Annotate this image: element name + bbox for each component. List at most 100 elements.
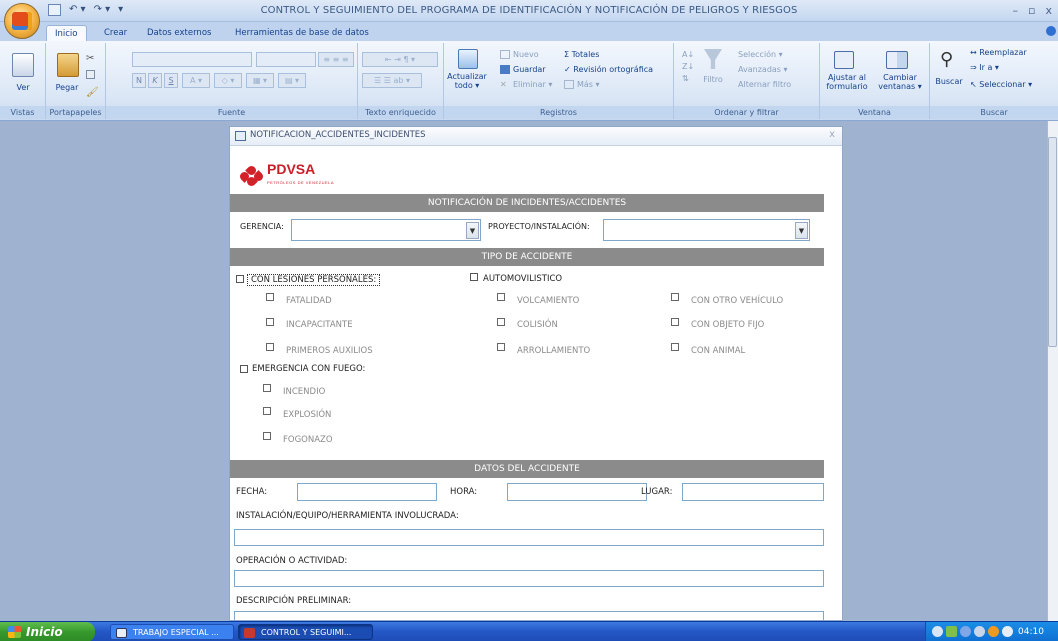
font-name-combo[interactable] — [132, 52, 252, 67]
automovilistico-checkbox[interactable] — [470, 273, 478, 281]
tab-herramientas[interactable]: Herramientas de base de datos — [227, 25, 377, 42]
paste-icon[interactable] — [57, 53, 79, 77]
ver-button[interactable]: Ver — [0, 83, 46, 92]
view-icon[interactable] — [12, 53, 34, 77]
fit-form-icon[interactable] — [834, 51, 854, 69]
incendio-label: INCENDIO — [283, 387, 326, 397]
emergencia-fuego-checkbox[interactable] — [240, 365, 248, 373]
binoculars-icon[interactable]: ⚲ — [940, 49, 953, 70]
fogonazo-checkbox[interactable] — [263, 432, 271, 440]
explosion-checkbox[interactable] — [263, 407, 271, 415]
actualizar-button[interactable]: Actualizar — [444, 72, 490, 81]
align-buttons[interactable]: ≡ ≡ ≡ — [318, 52, 354, 67]
eliminar-button[interactable]: ✕ Eliminar ▾ — [500, 80, 552, 89]
lugar-input[interactable] — [682, 483, 824, 501]
fatalidad-label: FATALIDAD — [286, 296, 332, 306]
con-animal-label: CON ANIMAL — [691, 346, 746, 356]
replace-icon: ↔ — [970, 48, 980, 57]
descripcion-input[interactable] — [234, 611, 824, 620]
ribbon-tabs: Inicio Crear Datos externos Herramientas… — [0, 22, 1058, 42]
form-close-button[interactable]: x — [829, 129, 835, 140]
operacion-input[interactable] — [234, 570, 824, 587]
nuevo-button[interactable]: Nuevo — [500, 50, 539, 59]
ajustar-formulario-button[interactable]: Ajustar al formulario — [824, 73, 870, 91]
buscar-button[interactable]: Buscar — [932, 77, 966, 86]
chevron-down-icon[interactable]: ▼ — [795, 222, 808, 239]
security-icon[interactable] — [1002, 626, 1013, 637]
refresh-icon[interactable] — [458, 49, 478, 69]
guardar-button[interactable]: Guardar — [500, 65, 546, 74]
group-label-registros: Registros — [444, 106, 673, 119]
tab-inicio[interactable]: Inicio — [46, 25, 87, 42]
instalacion-input[interactable] — [234, 529, 824, 546]
cut-icon[interactable]: ✂ — [86, 53, 94, 64]
network-icon[interactable] — [946, 626, 957, 637]
con-animal-checkbox[interactable] — [671, 343, 679, 351]
underline-button[interactable]: S — [164, 73, 178, 88]
italic-button[interactable]: K — [148, 73, 162, 88]
cambiar-ventanas-button[interactable]: Cambiar ventanas ▾ — [872, 73, 928, 91]
help-icon[interactable] — [1046, 26, 1056, 36]
proyecto-combo[interactable]: ▼ — [603, 219, 810, 241]
seleccionar-button[interactable]: ↖ Seleccionar ▾ — [970, 80, 1032, 89]
colision-checkbox[interactable] — [497, 318, 505, 326]
copy-icon[interactable] — [86, 70, 95, 79]
tab-crear[interactable]: Crear — [96, 25, 135, 42]
taskbar-item-control[interactable]: CONTROL Y SEGUIMI... — [238, 624, 373, 640]
primeros-auxilios-checkbox[interactable] — [266, 343, 274, 351]
reemplazar-button[interactable]: ↔ Reemplazar — [970, 48, 1027, 57]
ir-a-button[interactable]: ⇒ Ir a ▾ — [970, 63, 999, 72]
list-buttons[interactable]: ☰ ☰ ab ▾ — [362, 73, 422, 88]
con-otro-vehiculo-checkbox[interactable] — [671, 293, 679, 301]
font-color-button[interactable]: A ▾ — [182, 73, 210, 88]
actualizar-todo-dropdown[interactable]: todo ▾ — [444, 81, 490, 90]
chevron-down-icon[interactable]: ▼ — [466, 222, 479, 239]
gerencia-combo[interactable]: ▼ — [291, 219, 481, 241]
fecha-input[interactable] — [297, 483, 437, 501]
tab-datos-externos[interactable]: Datos externos — [139, 25, 219, 42]
update-icon[interactable] — [988, 626, 999, 637]
taskbar-item-trabajo[interactable]: TRABAJO ESPECIAL ... — [110, 624, 234, 640]
seleccion-button[interactable]: Selección ▾ — [738, 50, 783, 59]
alternate-fill-button[interactable]: ▤ ▾ — [278, 73, 306, 88]
incapacitante-checkbox[interactable] — [266, 318, 274, 326]
con-objeto-fijo-label: CON OBJETO FIJO — [691, 320, 765, 330]
close-button[interactable]: x — [1045, 4, 1052, 17]
switch-windows-icon[interactable] — [886, 51, 908, 69]
avanzadas-button[interactable]: Avanzadas ▾ — [738, 65, 788, 74]
antivirus-icon[interactable] — [974, 626, 985, 637]
pegar-button[interactable]: Pegar — [52, 83, 82, 92]
scrollbar-thumb[interactable] — [1048, 137, 1057, 347]
filter-icon[interactable] — [704, 49, 722, 69]
format-painter-icon[interactable]: 🖌 — [86, 87, 99, 98]
gridlines-button[interactable]: ▦ ▾ — [246, 73, 274, 88]
font-size-combo[interactable] — [256, 52, 316, 67]
con-objeto-fijo-checkbox[interactable] — [671, 318, 679, 326]
incendio-checkbox[interactable] — [263, 384, 271, 392]
fill-color-button[interactable]: ◇ ▾ — [214, 73, 242, 88]
restore-button[interactable]: ▫ — [1028, 4, 1035, 17]
hora-input[interactable] — [507, 483, 647, 501]
con-lesiones-checkbox[interactable] — [236, 275, 244, 283]
clock[interactable]: 04:10 p.m. — [1018, 622, 1058, 641]
totales-button[interactable]: Σ Totales — [564, 50, 599, 59]
group-fuente: ≡ ≡ ≡ N K S A ▾ ◇ ▾ ▦ ▾ ▤ ▾ Fuente — [106, 43, 358, 119]
start-button[interactable]: Inicio — [0, 622, 95, 641]
group-label-vistas: Vistas — [0, 106, 45, 119]
filtro-button[interactable]: Filtro — [698, 75, 728, 84]
revision-button[interactable]: ✓ Revisión ortográfica — [564, 65, 653, 74]
indent-buttons[interactable]: ⇤ ⇥ ¶ ▾ — [362, 52, 438, 67]
tray-arrow-icon[interactable] — [932, 626, 943, 637]
mas-button[interactable]: Más ▾ — [564, 80, 600, 89]
volcamiento-checkbox[interactable] — [497, 293, 505, 301]
minimize-button[interactable]: – — [1013, 4, 1019, 17]
fatalidad-checkbox[interactable] — [266, 293, 274, 301]
sort-icons[interactable]: A↓ Z↓ ⇅ — [682, 49, 694, 85]
group-ordenar-filtrar: A↓ Z↓ ⇅ Filtro Selección ▾ Avanzadas ▾ Alt… — [674, 43, 820, 119]
office-button[interactable] — [4, 3, 40, 39]
title-bar: ↶ ▾ ↷ ▾ ▾ CONTROL Y SEGUIMIENTO DEL PROG… — [0, 0, 1058, 22]
alternar-filtro-button[interactable]: Alternar filtro — [738, 80, 791, 89]
volume-icon[interactable] — [960, 626, 971, 637]
arrollamiento-checkbox[interactable] — [497, 343, 505, 351]
bold-button[interactable]: N — [132, 73, 146, 88]
